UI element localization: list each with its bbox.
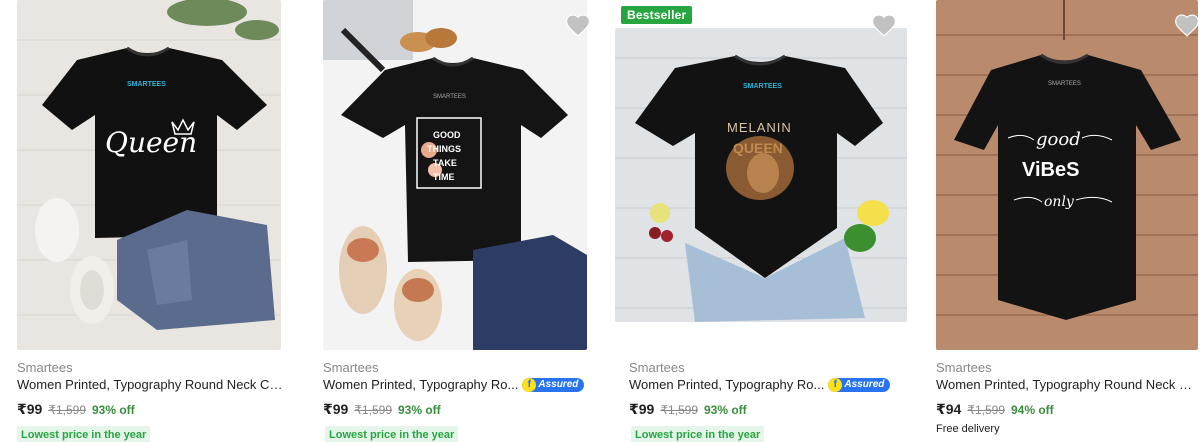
print-line-2: THINGS (427, 144, 461, 154)
heart-icon[interactable] (871, 13, 897, 37)
product-image-area[interactable]: SMARTEES good ViBeS only (936, 0, 1200, 352)
product-title-row[interactable]: Women Printed, Typography Ro... f Assure… (323, 377, 593, 392)
delivery-info: Free delivery (936, 423, 1000, 435)
flipkart-f-icon: f (828, 377, 843, 392)
assured-label: Assured (538, 378, 579, 390)
product-image-area[interactable]: SMARTEES Queen (17, 0, 307, 352)
promo-tag: Lowest price in the year (17, 426, 151, 442)
svg-text:SMARTEES: SMARTEES (1048, 81, 1081, 87)
heart-icon[interactable] (1174, 13, 1200, 37)
product-title[interactable]: Women Printed, Typography Ro... (629, 377, 824, 392)
print-line-4: TIME (433, 172, 455, 182)
product-title-row[interactable]: Women Printed, Typography Round Neck Cot… (17, 377, 287, 392)
svg-text:SMARTEES: SMARTEES (743, 83, 782, 90)
assured-badge: f Assured (828, 377, 891, 392)
product-brand: Smartees (323, 360, 379, 375)
price-row: ₹94 ₹1,599 94% off (936, 401, 1054, 418)
product-image[interactable]: SMARTEES MELANIN QUEEN (615, 28, 907, 322)
heart-icon[interactable] (565, 13, 591, 37)
selling-price: ₹99 (629, 401, 655, 417)
product-card[interactable]: SMARTEES GOOD THINGS TAKE TIME Smartees (323, 0, 613, 442)
assured-badge: f Assured (522, 377, 585, 392)
selling-price: ₹94 (936, 401, 962, 417)
product-title[interactable]: Women Printed, Typography Round Neck Cot… (17, 377, 287, 392)
print-line-3: TAKE (433, 158, 457, 168)
print-line-1: MELANIN (727, 120, 792, 135)
original-price: ₹1,599 (354, 403, 392, 417)
print-line-3: only (1044, 194, 1075, 210)
product-title-row[interactable]: Women Printed, Typography Ro... f Assure… (629, 377, 899, 392)
price-row: ₹99 ₹1,599 93% off (17, 401, 135, 418)
svg-text:SMARTEES: SMARTEES (127, 81, 166, 88)
promo-tag: Lowest price in the year (325, 426, 459, 442)
original-price: ₹1,599 (660, 403, 698, 417)
svg-text:SMARTEES: SMARTEES (433, 94, 466, 100)
svg-text:Queen: Queen (105, 126, 197, 159)
product-brand: Smartees (936, 360, 992, 375)
original-price: ₹1,599 (48, 403, 86, 417)
product-image-area[interactable]: SMARTEES MELANIN QUEEN Bestseller (615, 0, 907, 352)
product-brand: Smartees (629, 360, 685, 375)
product-title-row[interactable]: Women Printed, Typography Round Neck Cot… (936, 377, 1198, 392)
product-title[interactable]: Women Printed, Typography Round Neck Cot… (936, 377, 1198, 392)
product-image[interactable]: SMARTEES GOOD THINGS TAKE TIME (323, 0, 587, 350)
flipkart-f-icon: f (522, 377, 537, 392)
product-image[interactable]: SMARTEES good ViBeS only (936, 0, 1198, 350)
discount-percent: 93% off (398, 403, 441, 417)
price-row: ₹99 ₹1,599 93% off (323, 401, 441, 418)
product-card[interactable]: SMARTEES good ViBeS only Smartees Women … (936, 0, 1200, 442)
product-image-area[interactable]: SMARTEES GOOD THINGS TAKE TIME (323, 0, 613, 352)
print-line-1: good (1036, 129, 1081, 150)
original-price: ₹1,599 (967, 403, 1005, 417)
discount-percent: 93% off (92, 403, 135, 417)
discount-percent: 93% off (704, 403, 747, 417)
promo-tag: Lowest price in the year (631, 426, 765, 442)
product-card[interactable]: SMARTEES MELANIN QUEEN Bestseller Smarte… (615, 0, 907, 442)
product-card[interactable]: SMARTEES Queen Smartees Women Printed, T… (17, 0, 307, 442)
print-line-1: GOOD (433, 130, 461, 140)
bestseller-badge: Bestseller (621, 6, 693, 24)
price-row: ₹99 ₹1,599 93% off (629, 401, 747, 418)
assured-label: Assured (844, 378, 885, 390)
product-grid: SMARTEES Queen Smartees Women Printed, T… (0, 0, 1200, 442)
product-image[interactable]: SMARTEES Queen (17, 0, 281, 350)
print-line-2: QUEEN (733, 140, 783, 156)
selling-price: ₹99 (17, 401, 43, 417)
product-brand: Smartees (17, 360, 73, 375)
product-title[interactable]: Women Printed, Typography Ro... (323, 377, 518, 392)
selling-price: ₹99 (323, 401, 349, 417)
print-line-2: ViBeS (1022, 159, 1079, 181)
discount-percent: 94% off (1011, 403, 1054, 417)
